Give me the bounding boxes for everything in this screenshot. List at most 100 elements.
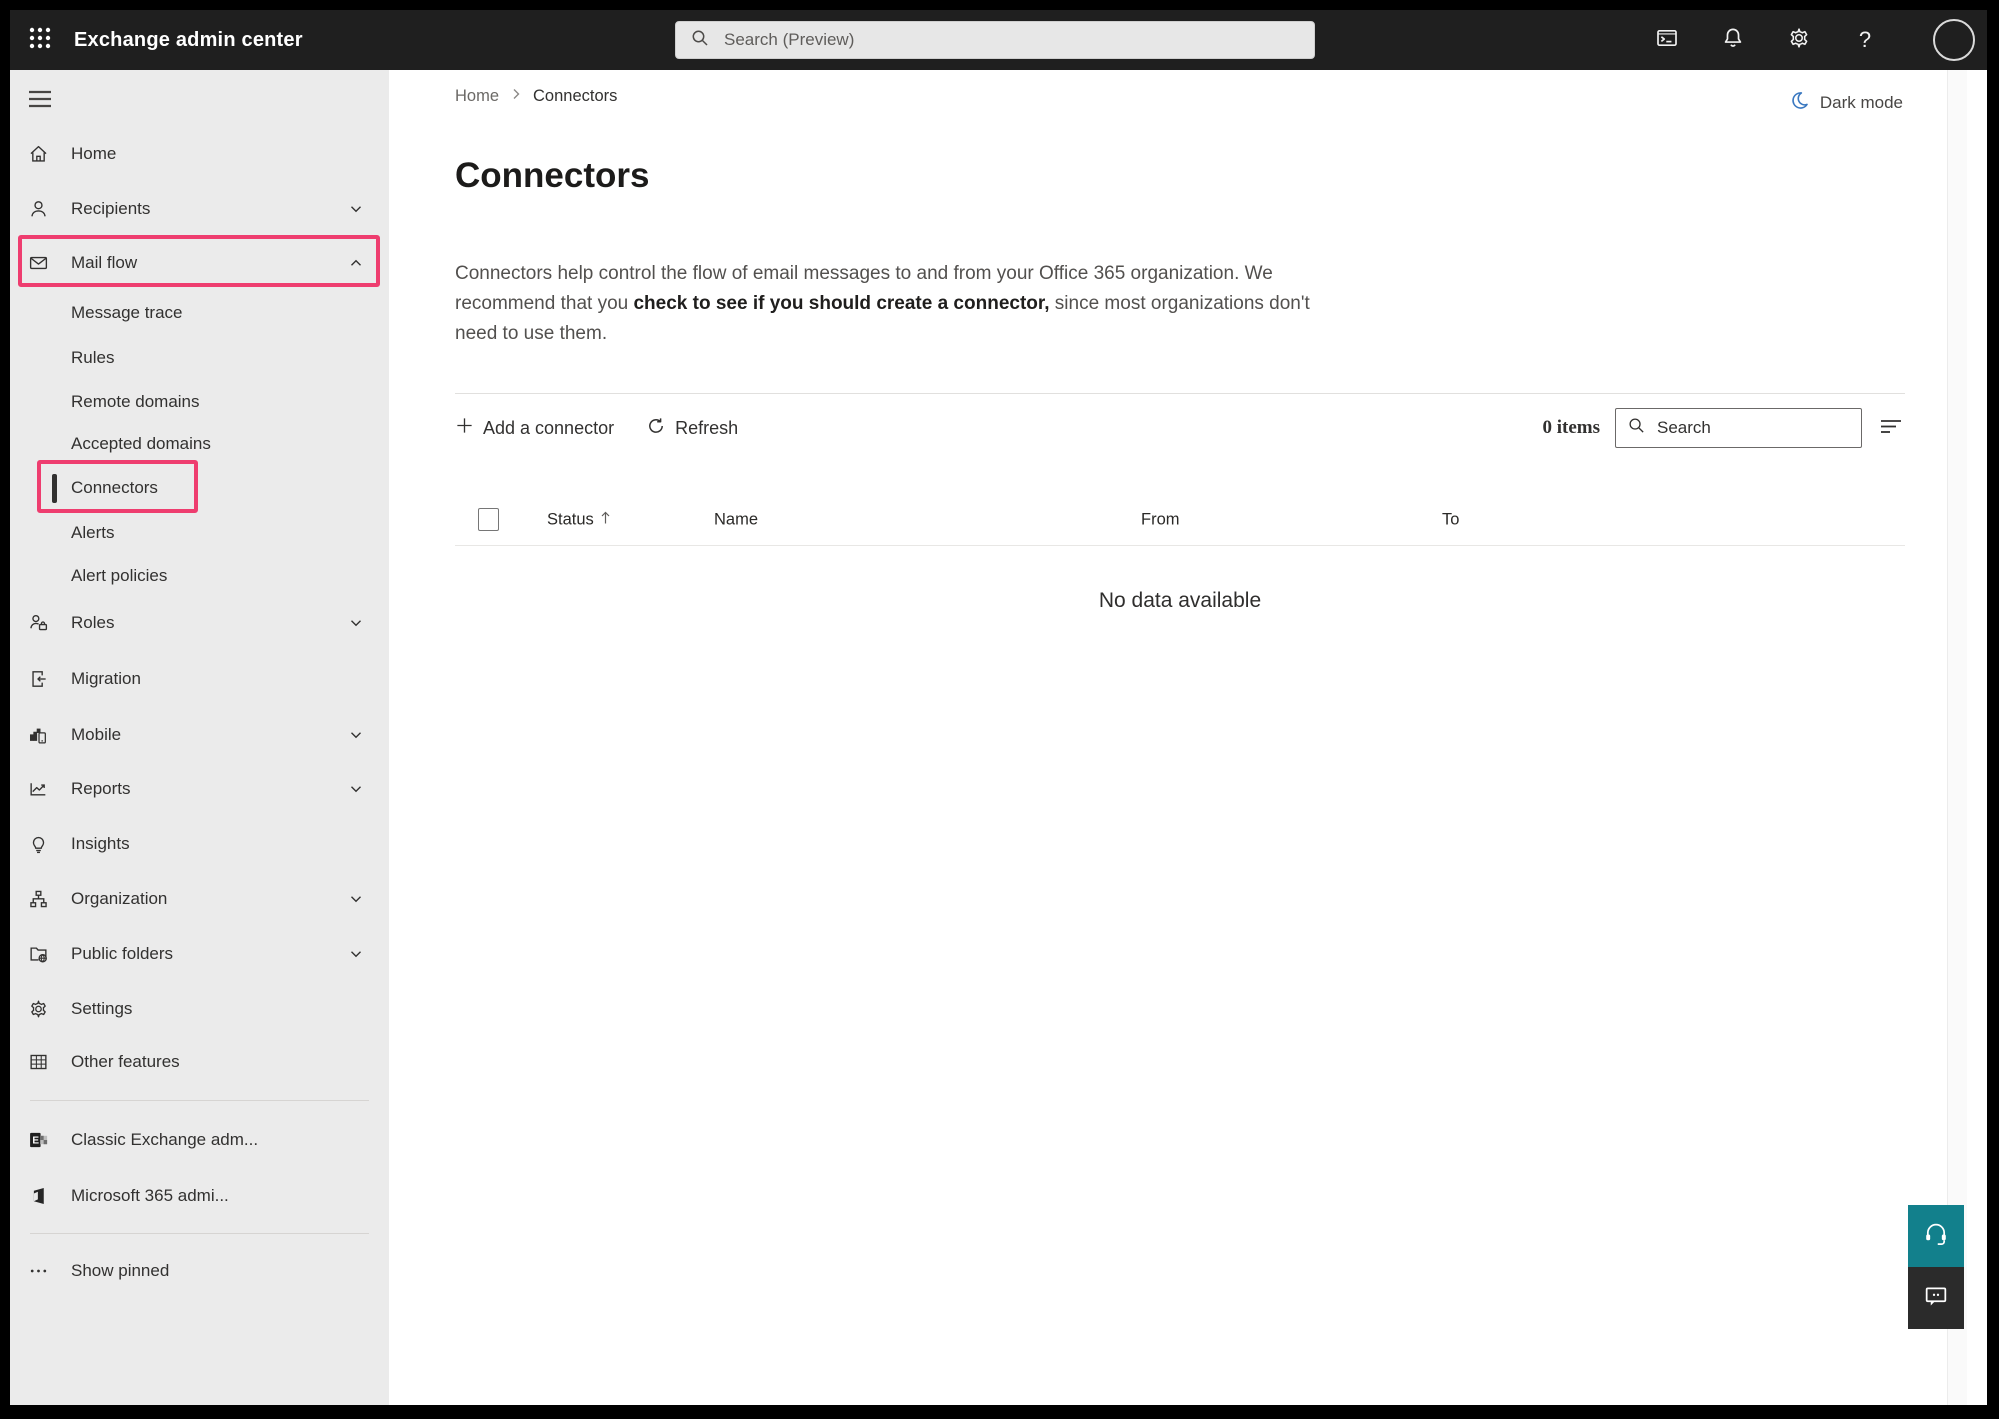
- column-header-from[interactable]: From: [1141, 510, 1180, 529]
- command-bar-divider: [455, 393, 1905, 394]
- sidebar-item-show-pinned[interactable]: Show pinned: [10, 1249, 389, 1293]
- selected-item-indicator: [52, 474, 57, 503]
- chevron-up-icon: [347, 254, 365, 272]
- sidebar-label: Accepted domains: [71, 434, 211, 454]
- filter-icon: [1878, 415, 1904, 442]
- chat-bubble-icon: [1922, 1282, 1950, 1315]
- sidebar-item-migration[interactable]: Migration: [10, 657, 389, 701]
- sidebar-item-organization[interactable]: Organization: [10, 877, 389, 921]
- sidebar-item-reports[interactable]: Reports: [10, 767, 389, 811]
- browser-viewport: Exchange admin center: [10, 10, 1987, 1405]
- breadcrumb-home-link[interactable]: Home: [455, 87, 499, 106]
- lightbulb-icon: [28, 834, 49, 855]
- sidebar-item-connectors[interactable]: Connectors: [10, 466, 389, 510]
- folder-globe-icon: [28, 944, 49, 965]
- sidebar-item-mobile[interactable]: Mobile: [10, 713, 389, 757]
- column-label: Status: [547, 510, 594, 529]
- sidebar-label: Insights: [71, 834, 130, 854]
- support-button[interactable]: [1908, 1205, 1964, 1267]
- list-search-box[interactable]: [1615, 408, 1862, 448]
- global-search-input[interactable]: [722, 29, 1300, 51]
- org-chart-icon: [28, 889, 49, 910]
- sidebar-label: Recipients: [71, 199, 150, 219]
- mobile-icon: [28, 725, 49, 746]
- sidebar-label: Organization: [71, 889, 167, 909]
- sidebar-label: Home: [71, 144, 116, 164]
- sidebar-label: Migration: [71, 669, 141, 689]
- app-title: Exchange admin center: [74, 29, 303, 52]
- column-label: From: [1141, 510, 1180, 529]
- app-launcher-button[interactable]: [18, 18, 62, 62]
- sidebar-label: Reports: [71, 779, 131, 799]
- home-icon: [28, 144, 49, 165]
- chevron-down-icon: [347, 890, 365, 908]
- sidebar-item-home[interactable]: Home: [10, 132, 389, 176]
- roles-icon: [28, 613, 49, 634]
- sidebar-item-alerts[interactable]: Alerts: [10, 511, 389, 555]
- add-connector-button[interactable]: Add a connector: [455, 416, 614, 440]
- topbar-actions: ?: [1655, 10, 1975, 70]
- question-mark-icon: ?: [1859, 27, 1871, 53]
- dark-mode-toggle[interactable]: Dark mode: [1789, 90, 1903, 116]
- breadcrumb: Home Connectors: [455, 87, 617, 106]
- filter-button[interactable]: [1877, 414, 1905, 442]
- sidebar-label: Connectors: [71, 478, 158, 498]
- gear-icon: [1787, 26, 1811, 55]
- refresh-button[interactable]: Refresh: [646, 416, 738, 441]
- global-search-box[interactable]: [675, 21, 1315, 59]
- breadcrumb-current: Connectors: [533, 87, 617, 106]
- sidebar-item-rules[interactable]: Rules: [10, 336, 389, 380]
- main-content: Home Connectors Dark mode Connectors Con…: [389, 70, 1967, 1405]
- sidebar-item-microsoft-365-admin[interactable]: Microsoft 365 admi...: [10, 1174, 389, 1218]
- notifications-button[interactable]: [1721, 28, 1745, 52]
- dark-mode-label: Dark mode: [1820, 93, 1903, 113]
- sidebar-divider: [30, 1100, 369, 1101]
- breadcrumb-chevron-icon: [510, 87, 522, 106]
- empty-state-message: No data available: [455, 589, 1905, 613]
- sidebar-item-settings[interactable]: Settings: [10, 987, 389, 1031]
- terminal-icon: [1655, 26, 1679, 55]
- sidebar-label: Alerts: [71, 523, 114, 543]
- page-description: Connectors help control the flow of emai…: [455, 259, 1311, 349]
- table-header-divider: [455, 545, 1905, 546]
- column-label: Name: [714, 510, 758, 529]
- nav-collapse-button[interactable]: [28, 88, 52, 110]
- sidebar-item-recipients[interactable]: Recipients: [10, 187, 389, 231]
- list-search-input[interactable]: [1655, 417, 1850, 439]
- command-bar: Add a connector Refresh 0 items: [455, 406, 1905, 450]
- sidebar-label: Message trace: [71, 303, 183, 323]
- classic-exchange-logo-icon: E: [28, 1130, 49, 1151]
- settings-topbar-button[interactable]: [1787, 28, 1811, 52]
- sidebar-item-alert-policies[interactable]: Alert policies: [10, 554, 389, 598]
- column-header-to[interactable]: To: [1442, 510, 1459, 529]
- column-header-status[interactable]: Status: [547, 509, 611, 530]
- column-header-name[interactable]: Name: [714, 510, 758, 529]
- sidebar-label: Show pinned: [71, 1261, 169, 1281]
- select-all-checkbox[interactable]: [478, 508, 499, 531]
- sidebar-item-mail-flow[interactable]: Mail flow: [10, 241, 389, 285]
- sidebar-item-classic-exchange-admin[interactable]: E Classic Exchange adm...: [10, 1118, 389, 1162]
- sidebar-item-roles[interactable]: Roles: [10, 601, 389, 645]
- cloud-shell-button[interactable]: [1655, 28, 1679, 52]
- help-button[interactable]: ?: [1853, 28, 1877, 52]
- search-icon: [690, 28, 710, 53]
- sidebar-label: Other features: [71, 1052, 180, 1072]
- sidebar-item-insights[interactable]: Insights: [10, 822, 389, 866]
- sidebar-item-other-features[interactable]: Other features: [10, 1040, 389, 1084]
- chevron-down-icon: [347, 945, 365, 963]
- check-connector-link[interactable]: check to see if you should create a conn…: [633, 293, 1049, 314]
- sidebar-item-accepted-domains[interactable]: Accepted domains: [10, 422, 389, 466]
- sidebar-item-remote-domains[interactable]: Remote domains: [10, 380, 389, 424]
- sidebar-item-public-folders[interactable]: Public folders: [10, 932, 389, 976]
- waffle-icon: [28, 26, 52, 55]
- chevron-down-icon: [347, 200, 365, 218]
- ellipsis-icon: [28, 1261, 49, 1282]
- account-avatar[interactable]: [1933, 19, 1975, 61]
- feedback-button[interactable]: [1908, 1267, 1964, 1329]
- sidebar-item-message-trace[interactable]: Message trace: [10, 291, 389, 335]
- settings-gear-icon: [28, 999, 49, 1020]
- migration-icon: [28, 669, 49, 690]
- refresh-label: Refresh: [675, 418, 738, 439]
- command-bar-right: 0 items: [1542, 406, 1905, 450]
- left-navigation: Home Recipients Mai: [10, 70, 389, 1405]
